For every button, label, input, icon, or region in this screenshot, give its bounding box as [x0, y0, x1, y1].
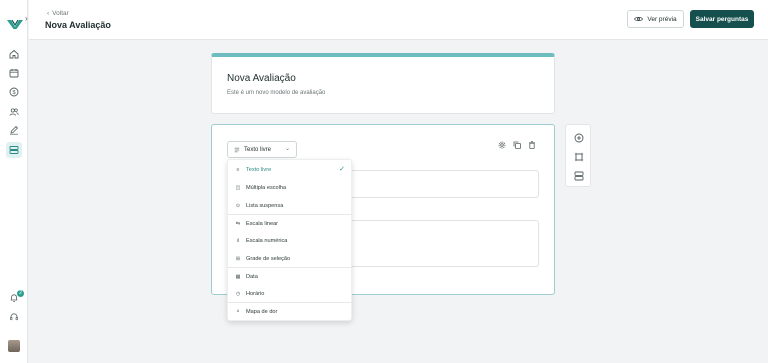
- menu-item-label: Data: [246, 273, 258, 280]
- numeric-scale-icon: ıl: [236, 237, 240, 244]
- menu-item-label: Texto livre: [246, 166, 272, 173]
- back-link[interactable]: ‹ Voltar: [47, 10, 69, 17]
- eye-icon: [634, 16, 644, 22]
- question-type-menu: ≡ Texto livre ✓ ◫ Múltipla escolha ⊙ Lis…: [227, 159, 352, 321]
- body-map-icon: ᴬ: [236, 308, 240, 315]
- trash-icon[interactable]: [528, 141, 536, 149]
- home-icon[interactable]: [6, 46, 22, 62]
- menu-item-label: Grade de seleção: [246, 255, 291, 262]
- preview-button[interactable]: Ver prévia: [627, 10, 684, 28]
- save-button[interactable]: Salvar perguntas: [690, 10, 754, 28]
- back-label: Voltar: [52, 10, 69, 17]
- menu-item-label: Múltipla escolha: [246, 184, 287, 191]
- menu-item-data[interactable]: ▦ Data: [228, 268, 352, 285]
- add-section-icon[interactable]: [573, 170, 584, 181]
- menu-item-label: Horário: [246, 290, 265, 297]
- logo[interactable]: [7, 16, 23, 29]
- menu-item-grade-de-selecao[interactable]: ⊞ Grade de seleção: [228, 250, 352, 267]
- duplicate-icon[interactable]: [513, 141, 521, 149]
- menu-item-label: Mapa de dor: [246, 308, 278, 315]
- question-type-value: Texto livre: [244, 146, 272, 153]
- chevron-down-icon: ⌄: [284, 146, 290, 152]
- clock-icon: ◷: [235, 290, 241, 297]
- grid-icon: ⊞: [235, 255, 241, 262]
- preview-label: Ver prévia: [647, 15, 677, 23]
- forms-icon[interactable]: [6, 142, 22, 158]
- chevron-right-icon[interactable]: ›: [25, 14, 28, 23]
- menu-item-escala-linear[interactable]: ⇆ Escala linear: [228, 215, 352, 232]
- menu-item-lista-suspensa[interactable]: ⊙ Lista suspensa: [228, 197, 352, 214]
- chevron-left-icon: ‹: [47, 10, 50, 17]
- menu-item-mapa-de-dor[interactable]: ᴬ Mapa de dor: [228, 303, 352, 320]
- text-lines-icon: ≡: [236, 166, 240, 173]
- pen-icon[interactable]: [6, 122, 22, 138]
- form-title-card: Nova Avaliação Este é um novo modelo de …: [211, 53, 555, 114]
- calendar-icon: ▦: [235, 273, 241, 280]
- svg-text:$: $: [12, 90, 15, 96]
- dropdown-list-icon: ⊙: [235, 202, 241, 209]
- top-bar: ‹ Voltar Nova Avaliação Ver prévia Salva…: [29, 0, 768, 40]
- menu-item-label: Escala numérica: [246, 237, 288, 244]
- linear-scale-icon: ⇆: [235, 220, 241, 227]
- add-image-icon[interactable]: [573, 151, 584, 162]
- add-question-icon[interactable]: [573, 132, 584, 143]
- headset-icon[interactable]: [6, 309, 22, 325]
- question-tools: [498, 141, 536, 149]
- users-icon[interactable]: [6, 104, 22, 120]
- form-title[interactable]: Nova Avaliação: [227, 73, 296, 84]
- sidebar: › $ 2: [0, 0, 28, 363]
- page-title: Nova Avaliação: [45, 20, 111, 30]
- multiple-choice-icon: ◫: [235, 184, 241, 191]
- menu-item-escala-numerica[interactable]: ıl Escala numérica: [228, 232, 352, 249]
- calendar-icon[interactable]: [6, 65, 22, 81]
- text-lines-icon: [234, 147, 240, 152]
- form-description[interactable]: Este é um novo modelo de avaliação: [227, 90, 325, 96]
- menu-item-multipla-escolha[interactable]: ◫ Múltipla escolha: [228, 179, 352, 196]
- menu-item-label: Escala linear: [246, 220, 279, 227]
- dollar-icon[interactable]: $: [6, 84, 22, 100]
- check-icon: ✓: [339, 166, 345, 173]
- menu-item-texto-livre[interactable]: ≡ Texto livre ✓: [228, 161, 352, 178]
- settings-icon[interactable]: [498, 141, 506, 149]
- menu-item-horario[interactable]: ◷ Horário: [228, 285, 352, 302]
- notification-badge: 2: [17, 290, 24, 297]
- menu-item-label: Lista suspensa: [246, 202, 284, 209]
- avatar[interactable]: [8, 340, 20, 352]
- floating-toolbar: [565, 124, 591, 187]
- question-type-select[interactable]: Texto livre ⌄: [227, 141, 297, 158]
